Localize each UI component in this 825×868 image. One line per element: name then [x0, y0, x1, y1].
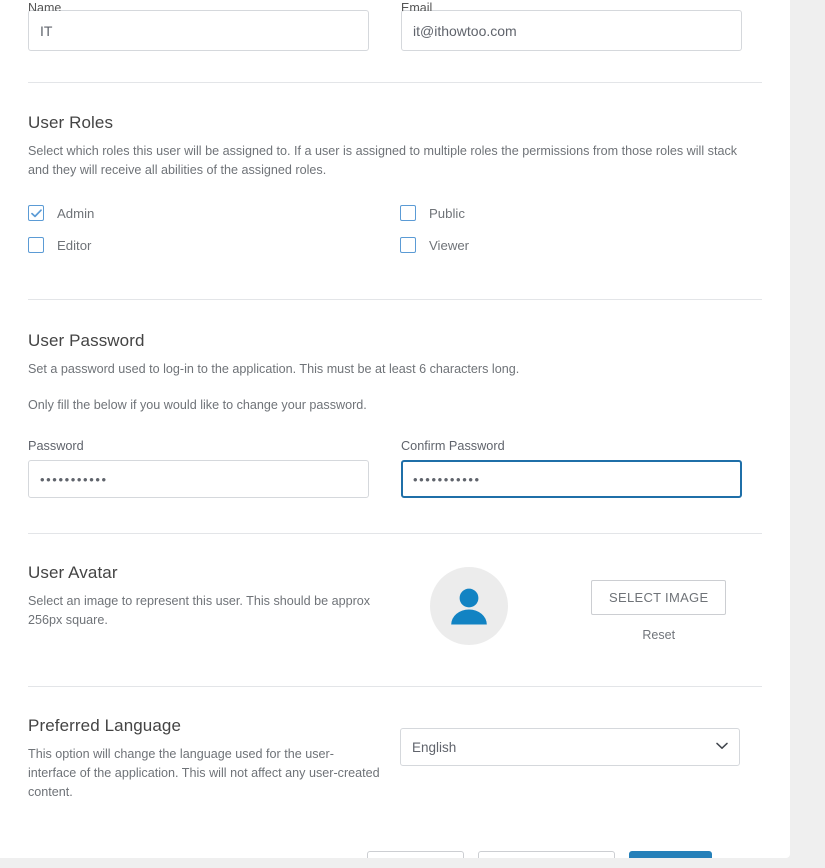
- role-label-viewer: Viewer: [429, 238, 469, 253]
- user-edit-card: Name Email User Roles Select which roles…: [0, 0, 790, 858]
- role-option-viewer[interactable]: Viewer: [400, 234, 762, 256]
- preferred-language-title: Preferred Language: [28, 716, 400, 736]
- role-option-admin[interactable]: Admin: [28, 202, 400, 224]
- avatar[interactable]: [430, 567, 508, 645]
- roles-grid: Admin Public Editor Viewer: [28, 202, 762, 256]
- name-label: Name: [28, 1, 61, 11]
- email-field-group: Email: [401, 10, 742, 51]
- checkbox-admin[interactable]: [28, 205, 44, 221]
- user-avatar-section: User Avatar Select an image to represent…: [28, 563, 762, 645]
- person-icon: [446, 583, 492, 629]
- password-input[interactable]: [28, 460, 369, 498]
- checkbox-viewer[interactable]: [400, 237, 416, 253]
- card-inner: Name Email User Roles Select which roles…: [0, 0, 790, 858]
- confirm-password-field-group: Confirm Password: [401, 439, 742, 498]
- user-roles-title: User Roles: [28, 113, 762, 133]
- email-label: Email: [401, 1, 432, 11]
- preferred-language-section: Preferred Language This option will chan…: [28, 716, 762, 802]
- role-option-editor[interactable]: Editor: [28, 234, 400, 256]
- identity-row: Name Email: [28, 0, 762, 51]
- cancel-button[interactable]: CANCEL: [367, 851, 464, 858]
- user-password-description: Set a password used to log-in to the app…: [28, 360, 743, 379]
- page-root: Name Email User Roles Select which roles…: [0, 0, 825, 868]
- user-avatar-description: Select an image to represent this user. …: [28, 592, 380, 630]
- password-field-group: Password: [28, 439, 369, 498]
- save-button[interactable]: SAVE: [629, 851, 712, 858]
- role-option-public[interactable]: Public: [400, 202, 762, 224]
- confirm-password-input[interactable]: [401, 460, 742, 498]
- user-password-title: User Password: [28, 331, 762, 351]
- select-image-button[interactable]: SELECT IMAGE: [591, 580, 726, 615]
- role-label-admin: Admin: [57, 206, 94, 221]
- password-label: Password: [28, 439, 369, 453]
- confirm-password-label: Confirm Password: [401, 439, 742, 453]
- check-icon: [31, 209, 42, 218]
- user-password-section: User Password Set a password used to log…: [28, 331, 762, 498]
- user-password-note: Only fill the below if you would like to…: [28, 396, 743, 415]
- email-input[interactable]: [401, 10, 742, 51]
- role-label-public: Public: [429, 206, 465, 221]
- user-roles-section: User Roles Select which roles this user …: [28, 113, 762, 256]
- role-label-editor: Editor: [57, 238, 91, 253]
- language-text-block: Preferred Language This option will chan…: [28, 716, 400, 802]
- name-field-group: Name: [28, 10, 369, 51]
- avatar-actions: SELECT IMAGE Reset: [591, 563, 726, 642]
- language-select[interactable]: English: [400, 728, 740, 766]
- delete-user-button[interactable]: DELETE USER: [478, 851, 615, 858]
- user-avatar-title: User Avatar: [28, 563, 400, 583]
- language-select-wrap: English: [400, 728, 740, 766]
- name-input[interactable]: [28, 10, 369, 51]
- avatar-reset-link[interactable]: Reset: [591, 628, 726, 642]
- checkbox-editor[interactable]: [28, 237, 44, 253]
- preferred-language-description: This option will change the language use…: [28, 745, 380, 802]
- form-actions: CANCEL DELETE USER SAVE: [28, 851, 762, 858]
- user-roles-description: Select which roles this user will be ass…: [28, 142, 743, 180]
- avatar-text-block: User Avatar Select an image to represent…: [28, 563, 400, 630]
- password-fields-row: Password Confirm Password: [28, 439, 762, 498]
- checkbox-public[interactable]: [400, 205, 416, 221]
